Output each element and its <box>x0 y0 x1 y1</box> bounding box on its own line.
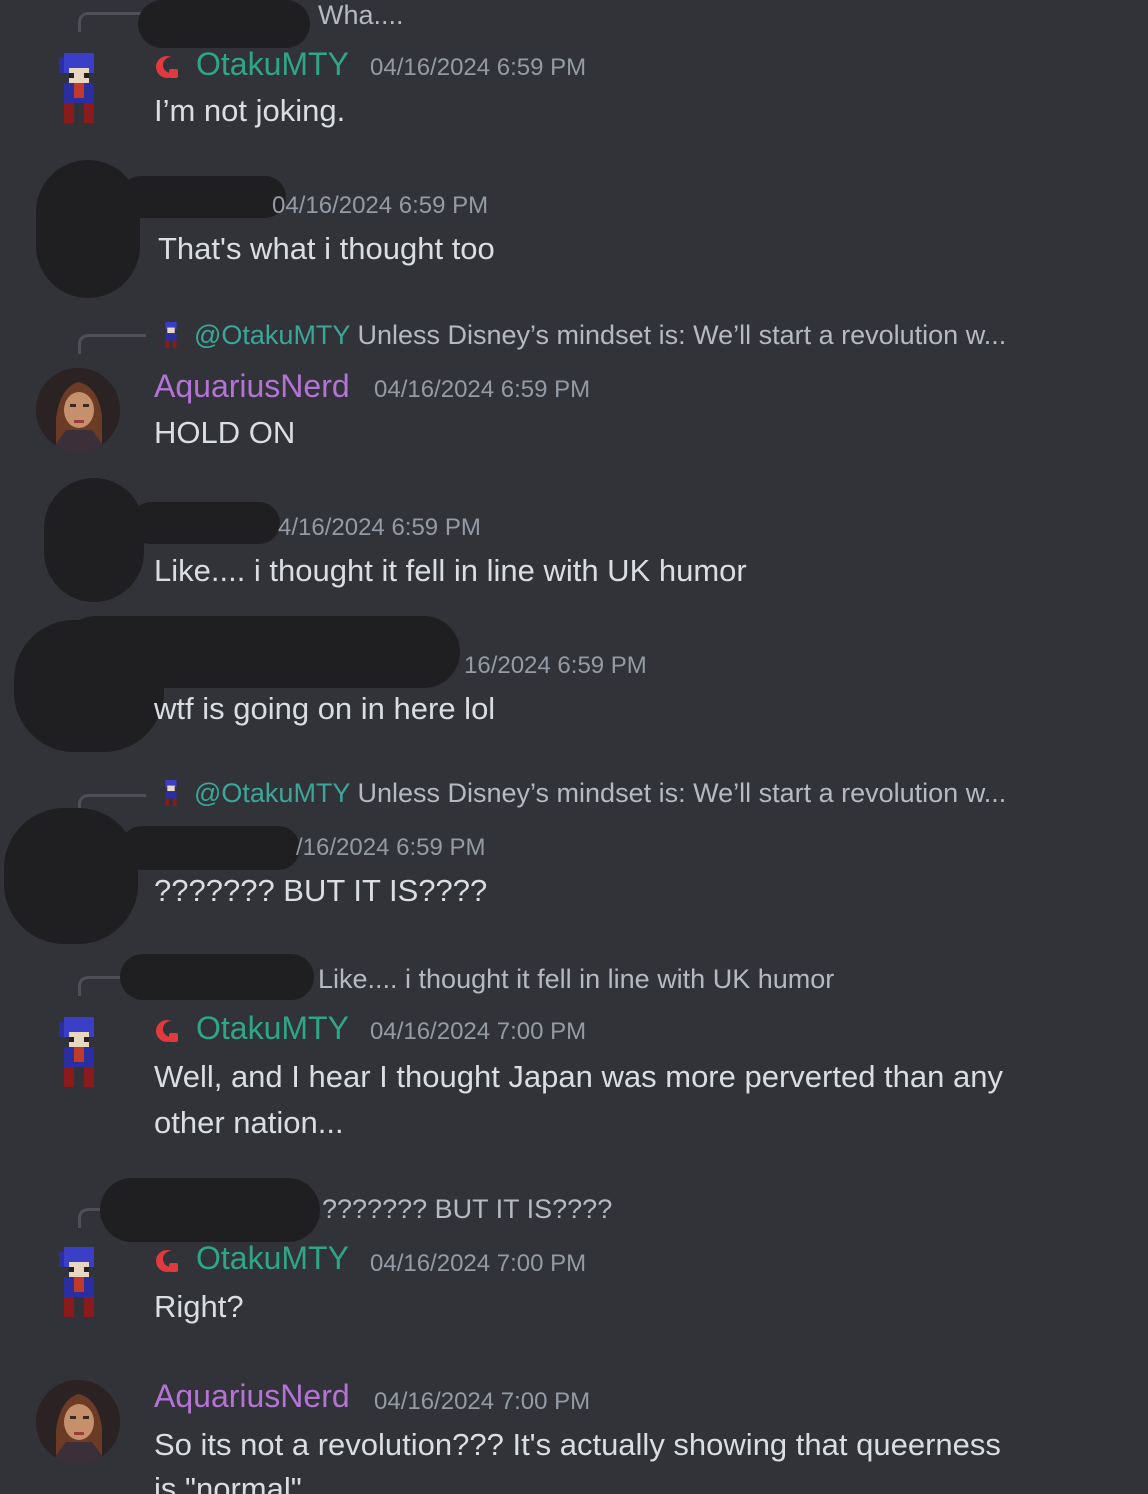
message-text: That's what i thought too <box>158 231 495 266</box>
reply-preview[interactable]: @OtakuMTY Unless Disney’s mindset is: We… <box>160 778 1006 809</box>
reply-spine <box>78 12 146 32</box>
message-text: wtf is going on in here lol <box>154 691 496 726</box>
red-crescent-badge-icon <box>156 56 179 78</box>
reply-snippet: Unless Disney’s mindset is: We’ll start … <box>357 320 1007 350</box>
timestamp: 4/16/2024 6:59 PM <box>278 514 481 541</box>
redacted-avatar <box>4 808 138 944</box>
reply-mention[interactable]: @OtakuMTY <box>194 778 350 808</box>
pixel-character-avatar-icon <box>165 780 177 806</box>
red-crescent-badge-icon <box>156 1020 179 1042</box>
username-otakumty[interactable]: OtakuMTY <box>196 1240 349 1277</box>
avatar[interactable] <box>36 1380 120 1464</box>
redacted-username <box>100 1178 320 1242</box>
message-text: HOLD ON <box>154 415 296 450</box>
username-otakumty[interactable]: OtakuMTY <box>196 1010 349 1047</box>
portrait-avatar-icon <box>36 368 120 452</box>
timestamp: 04/16/2024 7:00 PM <box>370 1250 587 1277</box>
message-text: I’m not joking. <box>154 93 346 128</box>
redacted-username <box>120 176 286 218</box>
redacted-username <box>120 954 314 1000</box>
reply-preview[interactable]: Like.... i thought it fell in line with … <box>318 964 834 995</box>
redacted-avatar <box>44 478 144 602</box>
red-crescent-badge-icon <box>156 1250 179 1272</box>
message-text: Like.... i thought it fell in line with … <box>154 553 747 588</box>
message-text: So its not a revolution??? It's actually… <box>154 1427 1001 1462</box>
timestamp: /16/2024 6:59 PM <box>296 834 486 861</box>
chat-message-list: Wha.... OtakuMTY 04/16/2024 6:59 PM I’m … <box>0 0 1148 1494</box>
redacted-avatar <box>36 160 140 298</box>
portrait-avatar-icon <box>36 1380 120 1464</box>
pixel-character-avatar-icon[interactable] <box>54 1246 104 1318</box>
pixel-character-avatar-icon <box>165 322 177 348</box>
message-text: ??????? BUT IT IS???? <box>154 873 488 908</box>
pixel-character-avatar-icon[interactable] <box>54 52 104 124</box>
timestamp: 04/16/2024 7:00 PM <box>374 1388 591 1415</box>
redacted-username <box>130 502 280 544</box>
timestamp: 04/16/2024 6:59 PM <box>370 54 587 81</box>
reply-preview[interactable]: Wha.... <box>318 0 404 31</box>
reply-spine <box>78 334 146 354</box>
message-text: Right? <box>154 1289 244 1324</box>
avatar[interactable] <box>36 368 120 452</box>
reply-snippet: Unless Disney’s mindset is: We’ll start … <box>357 778 1007 808</box>
timestamp: 04/16/2024 6:59 PM <box>374 376 591 403</box>
redacted-username <box>138 0 310 48</box>
timestamp: 04/16/2024 7:00 PM <box>370 1018 587 1045</box>
message-text-continued: other nation... <box>154 1105 344 1140</box>
redacted-username <box>120 826 300 870</box>
timestamp: 04/16/2024 6:59 PM <box>272 192 489 219</box>
redacted-username <box>60 616 460 688</box>
reply-preview[interactable]: @OtakuMTY Unless Disney’s mindset is: We… <box>160 320 1006 351</box>
timestamp: 16/2024 6:59 PM <box>464 652 647 679</box>
reply-preview[interactable]: ??????? BUT IT IS???? <box>322 1194 612 1225</box>
message-text-continued: is "normal" <box>154 1471 302 1494</box>
username-otakumty[interactable]: OtakuMTY <box>196 46 349 83</box>
reply-mention[interactable]: @OtakuMTY <box>194 320 350 350</box>
username-aquariusnerd[interactable]: AquariusNerd <box>154 368 350 405</box>
message-text: Well, and I hear I thought Japan was mor… <box>154 1059 1003 1094</box>
username-aquariusnerd[interactable]: AquariusNerd <box>154 1378 350 1415</box>
pixel-character-avatar-icon[interactable] <box>54 1016 104 1088</box>
